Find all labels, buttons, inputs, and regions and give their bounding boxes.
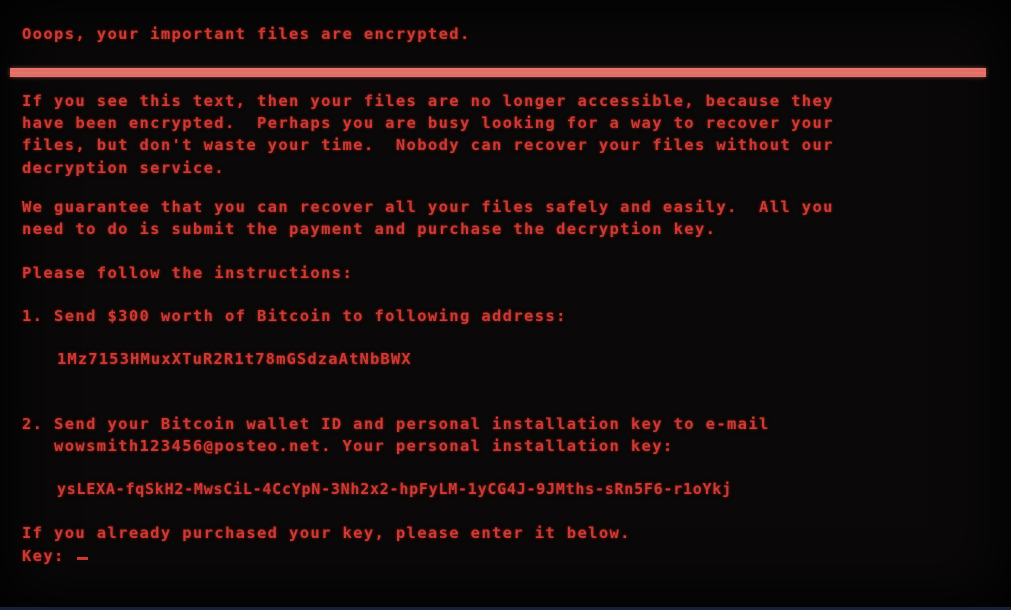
personal-installation-key[interactable]: ysLEXA-fqSkH2-MwsCiL-4CcYpN-3Nh2x2-hpFyL…	[57, 478, 732, 500]
horizontal-divider	[10, 68, 986, 77]
ransomware-lock-screen: Ooops, your important files are encrypte…	[0, 0, 1011, 610]
already-purchased-text: If you already purchased your key, pleas…	[22, 524, 631, 542]
key-entry-prompt[interactable]: Key:	[22, 545, 89, 567]
intro-paragraph: If you see this text, then your files ar…	[22, 92, 834, 177]
screen-content: Ooops, your important files are encrypte…	[0, 0, 1011, 610]
text-cursor	[77, 557, 89, 560]
bitcoin-address[interactable]: 1Mz7153HMuxXTuR2R1t78mGSdzaAtNbBWX	[57, 348, 412, 370]
instructions-header: Please follow the instructions:	[22, 264, 354, 282]
step-one-text: 1. Send $300 worth of Bitcoin to followi…	[22, 307, 567, 325]
step-two-text: 2. Send your Bitcoin wallet ID and perso…	[22, 415, 770, 456]
key-prompt-label: Key:	[22, 547, 76, 565]
page-title: Ooops, your important files are encrypte…	[22, 25, 471, 43]
guarantee-paragraph: We guarantee that you can recover all yo…	[22, 198, 834, 239]
